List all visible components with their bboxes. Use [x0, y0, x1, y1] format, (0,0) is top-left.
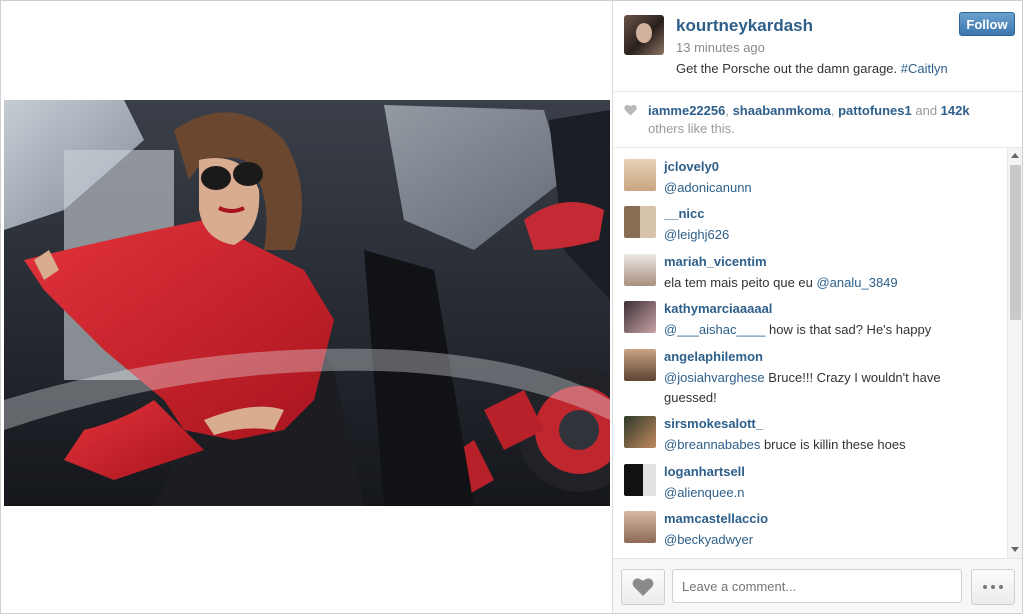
follow-button[interactable]: Follow — [959, 12, 1015, 36]
comment-text: @___aishac____ how is that sad? He's hap… — [664, 320, 984, 340]
commenter-avatar[interactable] — [624, 254, 656, 286]
comment-mention[interactable]: @beckyadwyer — [664, 532, 753, 547]
likes-separator: , — [830, 103, 839, 118]
commenter-username[interactable]: jclovely0 — [664, 159, 719, 174]
comment-text: @adonicanunn — [664, 178, 984, 198]
commenter-avatar[interactable] — [624, 206, 656, 238]
more-options-button[interactable] — [971, 569, 1015, 605]
liker-link[interactable]: iamme22256 — [648, 103, 725, 118]
post-timestamp[interactable]: 13 minutes ago — [676, 40, 765, 55]
comment-mention[interactable]: @josiahvarghese — [664, 370, 765, 385]
comment-body: how is that sad? He's happy — [765, 322, 932, 337]
comment-text: @breannababes bruce is killin these hoes — [664, 435, 984, 455]
commenter-avatar[interactable] — [624, 416, 656, 448]
caption-hashtag[interactable]: #Caitlyn — [901, 61, 948, 76]
caption-text: Get the Porsche out the damn garage. — [676, 61, 901, 76]
post-header: kourtneykardash 13 minutes ago Get the P… — [613, 1, 1022, 92]
likes-count[interactable]: 142k — [941, 103, 970, 118]
comment-mention[interactable]: @leighj626 — [664, 227, 729, 242]
post-photo[interactable] — [4, 100, 610, 506]
commenter-avatar[interactable] — [624, 511, 656, 543]
commenter-username[interactable]: kathymarciaaaaal — [664, 301, 772, 316]
comment-footer — [613, 558, 1022, 613]
liker-link[interactable]: shaabanmkoma — [733, 103, 831, 118]
likes-summary: iamme22256, shaabanmkoma, pattofunes1 an… — [648, 102, 998, 138]
comments-scrollbar[interactable] — [1007, 148, 1022, 558]
heart-icon — [624, 104, 637, 116]
comment-text: @josiahvarghese Bruce!!! Crazy I wouldn'… — [664, 368, 984, 408]
comment-mention[interactable]: @analu_3849 — [816, 275, 897, 290]
comment-body: ela tem mais peito que eu — [664, 275, 817, 290]
comment-text: @beckyadwyer — [664, 530, 984, 550]
post-caption: Get the Porsche out the damn garage. #Ca… — [676, 61, 948, 76]
commenter-avatar[interactable] — [624, 159, 656, 191]
commenter-username[interactable]: __nicc — [664, 206, 704, 221]
commenter-username[interactable]: mariah_vicentim — [664, 254, 767, 269]
commenter-username[interactable]: mamcastellaccio — [664, 511, 768, 526]
post-photo-image — [4, 100, 610, 506]
comment-mention[interactable]: @___aishac____ — [664, 322, 765, 337]
likes-and: and — [911, 103, 941, 118]
comment-text: ela tem mais peito que eu @analu_3849 — [664, 273, 984, 293]
commenter-username[interactable]: sirsmokesalott_ — [664, 416, 763, 431]
post-sidebar: kourtneykardash 13 minutes ago Get the P… — [612, 1, 1022, 613]
like-button[interactable] — [621, 569, 665, 605]
author-username[interactable]: kourtneykardash — [676, 16, 813, 36]
ellipsis-icon — [991, 585, 995, 589]
liker-link[interactable]: pattofunes1 — [838, 103, 912, 118]
instagram-embed: kourtneykardash 13 minutes ago Get the P… — [0, 0, 1023, 614]
scroll-thumb[interactable] — [1010, 165, 1021, 320]
ellipsis-icon — [999, 585, 1003, 589]
comment-text: @leighj626 — [664, 225, 984, 245]
comment-input[interactable] — [672, 569, 962, 603]
scroll-up-arrow-icon[interactable] — [1011, 153, 1019, 158]
author-avatar[interactable] — [624, 15, 664, 55]
commenter-username[interactable]: loganhartsell — [664, 464, 745, 479]
comments-list: jclovely0 @adonicanunn __nicc @leighj626… — [613, 148, 1007, 558]
comment-body: bruce is killin these hoes — [760, 437, 906, 452]
likes-suffix: others like this. — [648, 121, 735, 136]
photo-pane — [1, 1, 612, 613]
commenter-avatar[interactable] — [624, 464, 656, 496]
likes-separator: , — [725, 103, 733, 118]
comment-mention[interactable]: @adonicanunn — [664, 180, 752, 195]
commenter-avatar[interactable] — [624, 301, 656, 333]
comment-text: @alienquee.n — [664, 483, 984, 503]
commenter-username[interactable]: angelaphilemon — [664, 349, 763, 364]
scroll-down-arrow-icon[interactable] — [1011, 547, 1019, 552]
commenter-avatar[interactable] — [624, 349, 656, 381]
comment-mention[interactable]: @breannababes — [664, 437, 760, 452]
ellipsis-icon — [983, 585, 987, 589]
likes-section: iamme22256, shaabanmkoma, pattofunes1 an… — [613, 91, 1022, 148]
heart-icon — [632, 578, 654, 596]
comment-mention[interactable]: @alienquee.n — [664, 485, 744, 500]
